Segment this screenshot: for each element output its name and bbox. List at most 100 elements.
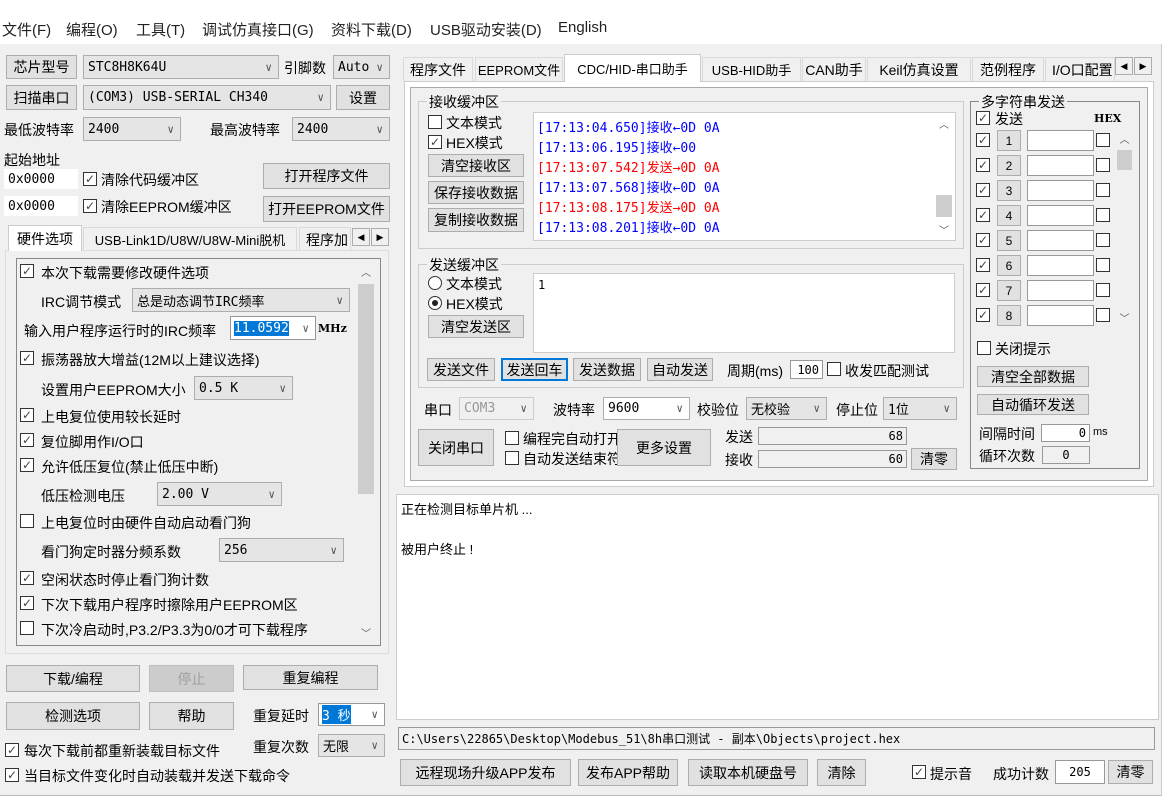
more-settings-button[interactable]: 更多设置 <box>617 429 711 466</box>
read-disk-button[interactable]: 读取本机硬盘号 <box>688 759 808 786</box>
tab-hardware-options[interactable]: 硬件选项 <box>8 225 82 251</box>
multi-hex-checkbox[interactable] <box>1096 283 1110 297</box>
send-textarea[interactable]: 1 <box>533 273 955 353</box>
parity-select[interactable]: 无校验 <box>746 397 827 420</box>
tab-eeprom-file[interactable]: EEPROM文件 <box>475 57 563 81</box>
menu-tools[interactable]: 工具(T) <box>136 19 185 40</box>
auto-reload-checkbox[interactable] <box>5 768 19 782</box>
sound-checkbox[interactable] <box>912 765 926 779</box>
option-checkbox[interactable] <box>20 433 34 447</box>
multi-hex-checkbox[interactable] <box>1096 258 1110 272</box>
interval-input[interactable]: 0 <box>1041 424 1090 442</box>
option-select[interactable]: 256 <box>219 538 344 562</box>
multi-string-input[interactable] <box>1027 230 1094 251</box>
multi-string-input[interactable] <box>1027 180 1094 201</box>
scroll-down-icon[interactable]: ﹀ <box>934 222 954 237</box>
copy-receive-button[interactable]: 复制接收数据 <box>428 208 524 232</box>
scroll-up-icon[interactable]: ︿ <box>356 264 376 279</box>
scroll-up-icon[interactable]: ︿ <box>1115 131 1134 146</box>
stop-bits-select[interactable]: 1位 <box>883 397 957 420</box>
auto-send-button[interactable]: 自动发送 <box>647 358 713 381</box>
multi-hex-checkbox[interactable] <box>1096 308 1110 322</box>
tab-can[interactable]: CAN助手 <box>802 57 866 81</box>
menu-program[interactable]: 编程(O) <box>66 19 118 40</box>
multi-row-checkbox[interactable] <box>976 158 990 172</box>
option-checkbox[interactable] <box>20 571 34 585</box>
multi-string-input[interactable] <box>1027 155 1094 176</box>
scroll-down-icon[interactable]: ﹀ <box>1115 310 1134 325</box>
tab-program-encrypt[interactable]: 程序加 <box>299 227 351 251</box>
publish-help-button[interactable]: 发布APP帮助 <box>578 759 678 786</box>
multi-send-button[interactable]: 7 <box>997 280 1021 301</box>
save-receive-button[interactable]: 保存接收数据 <box>428 181 524 204</box>
settings-button[interactable]: 设置 <box>336 85 390 110</box>
baud-select[interactable]: 9600 <box>603 397 690 420</box>
multi-row-checkbox[interactable] <box>976 283 990 297</box>
right-tab-left-icon[interactable]: ◀ <box>1115 57 1133 75</box>
tab-usb-hid[interactable]: USB-HID助手 <box>702 57 801 81</box>
open-eeprom-file-button[interactable]: 打开EEPROM文件 <box>263 196 390 222</box>
multi-hex-checkbox[interactable] <box>1096 183 1110 197</box>
receive-scrollbar[interactable]: ︿ ﹀ <box>934 113 954 240</box>
menu-usb-driver[interactable]: USB驱动安装(D) <box>430 19 542 40</box>
option-select[interactable]: 2.00 V <box>157 482 282 506</box>
option-select[interactable]: 总是动态调节IRC频率 <box>132 288 350 312</box>
reload-each-checkbox[interactable] <box>5 743 19 757</box>
multi-send-button[interactable]: 2 <box>997 155 1021 176</box>
multi-string-input[interactable] <box>1027 255 1094 276</box>
detect-options-button[interactable]: 检测选项 <box>6 702 140 730</box>
match-test-checkbox[interactable] <box>827 362 841 376</box>
clear-counts-button[interactable]: 清零 <box>911 448 957 470</box>
clear-eeprom-checkbox[interactable] <box>83 199 97 213</box>
scroll-up-icon[interactable]: ︿ <box>934 116 954 131</box>
scan-port-button[interactable]: 扫描串口 <box>6 85 77 110</box>
multi-row-checkbox[interactable] <box>976 258 990 272</box>
multi-hex-checkbox[interactable] <box>1096 208 1110 222</box>
tab-scroll-right-icon[interactable]: ▶ <box>371 228 389 246</box>
scroll-thumb[interactable] <box>358 284 374 494</box>
clear-all-button[interactable]: 清空全部数据 <box>977 366 1089 387</box>
chip-select[interactable]: STC8H8K64U <box>83 55 279 79</box>
option-checkbox[interactable] <box>20 264 34 278</box>
tab-io-config[interactable]: I/O口配置 <box>1045 57 1115 81</box>
multi-send-button[interactable]: 5 <box>997 230 1021 251</box>
scroll-down-icon[interactable]: ﹀ <box>356 625 376 640</box>
port-select[interactable]: (COM3) USB-SERIAL CH340 <box>83 85 331 110</box>
clear-send-button[interactable]: 清空发送区 <box>428 315 524 338</box>
multi-string-input[interactable] <box>1027 130 1094 151</box>
chip-type-button[interactable]: 芯片型号 <box>6 55 77 79</box>
repeat-program-button[interactable]: 重复编程 <box>243 665 378 690</box>
code-address-input[interactable]: 0x0000 <box>4 169 78 189</box>
multi-hex-checkbox[interactable] <box>1096 158 1110 172</box>
tab-usb-link[interactable]: USB-Link1D/U8W/U8W-Mini脱机 <box>83 227 297 251</box>
multi-row-checkbox[interactable] <box>976 208 990 222</box>
option-checkbox[interactable] <box>20 621 34 635</box>
remote-upgrade-button[interactable]: 远程现场升级APP发布 <box>400 759 571 786</box>
send-data-button[interactable]: 发送数据 <box>573 358 641 381</box>
menu-english[interactable]: English <box>558 19 607 36</box>
recv-text-mode-checkbox[interactable] <box>428 115 442 129</box>
menu-downloads[interactable]: 资料下载(D) <box>331 19 412 40</box>
options-scrollbar[interactable]: ︿ ﹀ <box>356 260 376 644</box>
clear-receive-button[interactable]: 清空接收区 <box>428 154 524 177</box>
pins-select[interactable]: Auto <box>333 55 390 79</box>
option-select[interactable]: 0.5 K <box>194 376 293 400</box>
option-checkbox[interactable] <box>20 351 34 365</box>
multi-row-checkbox[interactable] <box>976 183 990 197</box>
option-checkbox[interactable] <box>20 596 34 610</box>
close-port-button[interactable]: 关闭串口 <box>418 429 494 466</box>
multi-send-button[interactable]: 4 <box>997 205 1021 226</box>
close-hint-checkbox[interactable] <box>977 341 991 355</box>
recv-hex-mode-checkbox[interactable] <box>428 135 442 149</box>
multi-row-checkbox[interactable] <box>976 233 990 247</box>
multi-hex-checkbox[interactable] <box>1096 233 1110 247</box>
scroll-thumb[interactable] <box>1117 150 1132 170</box>
multi-send-button[interactable]: 8 <box>997 305 1021 326</box>
tab-program-file[interactable]: 程序文件 <box>403 57 473 81</box>
menu-debug[interactable]: 调试仿真接口(G) <box>202 19 314 40</box>
repeat-delay-select[interactable]: 3 秒 ∨ <box>318 703 385 726</box>
download-program-button[interactable]: 下载/编程 <box>6 665 140 692</box>
stop-button[interactable]: 停止 <box>149 665 234 692</box>
irc-frequency-input[interactable]: 11.0592 ∨ <box>230 316 316 340</box>
auto-loop-button[interactable]: 自动循环发送 <box>977 394 1089 415</box>
